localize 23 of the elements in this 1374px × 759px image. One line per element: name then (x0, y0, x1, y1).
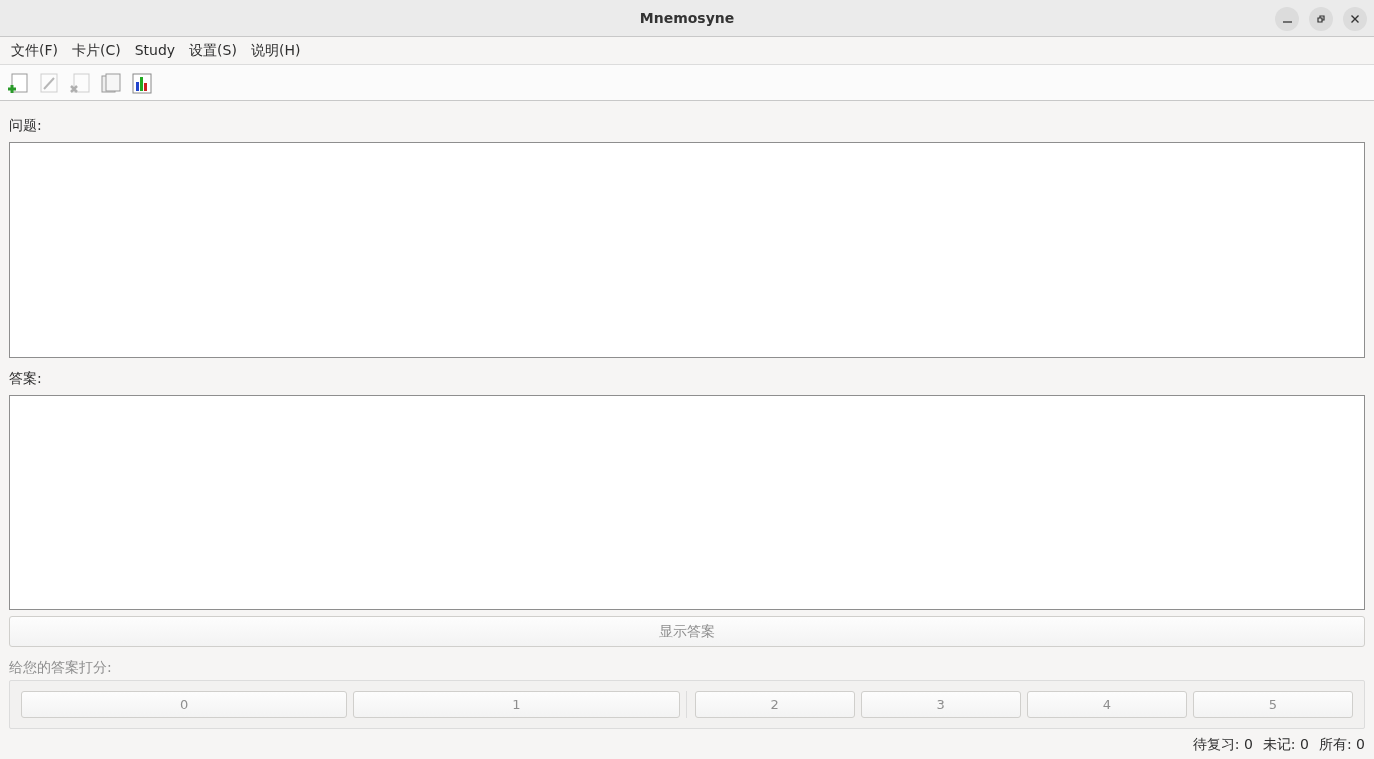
restore-button[interactable] (1309, 7, 1333, 31)
menu-item[interactable]: Study (127, 40, 183, 61)
answer-label: 答案: (9, 369, 43, 388)
minimize-icon (1282, 21, 1292, 23)
window-title: Mnemosyne (639, 8, 735, 28)
menu-item[interactable]: 说明(H) (243, 40, 308, 61)
bar-chart-icon (131, 71, 153, 94)
menu-item[interactable]: 卡片(C) (65, 40, 128, 61)
pencil-icon (38, 71, 60, 94)
cards-icon (100, 71, 122, 94)
delete-card-icon (69, 71, 91, 94)
restore-icon (1316, 14, 1326, 24)
add-card-icon (7, 71, 29, 94)
minimize-button[interactable] (1275, 7, 1299, 31)
status-text: 待复习: 0 (1192, 735, 1253, 754)
close-icon (1350, 14, 1360, 24)
menu-item[interactable]: 文件(F) (4, 40, 65, 61)
question-label: 问题: (9, 116, 43, 135)
menu-item[interactable]: 设置(S) (182, 40, 244, 61)
grade-label: 给您的答案打分: (9, 658, 113, 677)
status-text: 未记: 0 (1262, 735, 1309, 754)
status-text: 所有: 0 (1318, 735, 1365, 754)
close-button[interactable] (1343, 7, 1367, 31)
